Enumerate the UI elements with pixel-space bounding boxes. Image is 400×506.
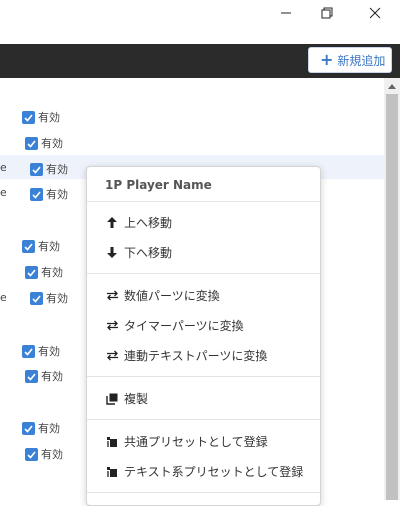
menu-item-label: 複製	[124, 392, 149, 406]
minimize-icon	[281, 12, 291, 14]
checkbox-label: 有効	[41, 370, 63, 383]
window-titlebar	[0, 0, 400, 44]
enabled-checkbox[interactable]: 有効	[22, 109, 60, 125]
menu-item-duplicate[interactable]: 複製	[105, 390, 148, 407]
arrow-down-icon	[105, 246, 119, 260]
checkbox-label: 有効	[46, 292, 68, 305]
close-button[interactable]	[352, 0, 398, 26]
menu-item-label: テキスト系プリセットとして登録	[124, 465, 304, 479]
swap-icon	[105, 289, 119, 303]
scroll-up-icon	[388, 84, 396, 89]
menu-item-label: 下へ移動	[124, 246, 173, 260]
enabled-checkbox[interactable]: 有効	[22, 420, 60, 436]
checkbox-label: 有効	[38, 111, 60, 124]
copy-icon	[105, 392, 119, 406]
menu-divider	[87, 492, 320, 493]
menu-divider	[87, 419, 320, 420]
menu-item-label: 数値パーツに変換	[124, 289, 220, 303]
scrollbar-thumb[interactable]	[386, 94, 398, 500]
add-new-button[interactable]: + 新規追加	[308, 47, 392, 73]
enabled-checkbox[interactable]: 有効	[25, 368, 63, 384]
restore-icon	[321, 7, 333, 19]
menu-divider	[87, 201, 320, 202]
checkbox-checked-icon	[30, 162, 43, 176]
checkbox-label: 有効	[41, 448, 63, 461]
checkbox-checked-icon	[22, 344, 35, 358]
checkbox-checked-icon	[25, 447, 38, 461]
checkbox-label: 有効	[46, 163, 68, 176]
checkbox-checked-icon	[30, 291, 43, 305]
preset-icon	[105, 435, 119, 449]
menu-item-label: 共通プリセットとして登録	[124, 435, 268, 449]
menu-item-label: タイマーパーツに変換	[124, 319, 244, 333]
preset-icon	[105, 465, 119, 479]
checkbox-label: 有効	[41, 137, 63, 150]
minimize-button[interactable]	[263, 0, 309, 26]
menu-item-convert-number[interactable]: 数値パーツに変換	[105, 287, 220, 304]
checkbox-label: 有効	[38, 422, 60, 435]
menu-item-label: 上へ移動	[124, 216, 173, 230]
arrow-up-icon	[105, 216, 119, 230]
add-new-label: 新規追加	[337, 53, 386, 68]
close-icon	[369, 7, 381, 19]
row-label-edge: e	[0, 161, 6, 174]
scroll-up-button[interactable]	[384, 78, 400, 94]
row-label-edge: e	[0, 291, 6, 304]
menu-item-move-down[interactable]: 下へ移動	[105, 244, 172, 261]
menu-item-register-common-preset[interactable]: 共通プリセットとして登録	[105, 433, 268, 450]
checkbox-checked-icon	[25, 136, 38, 150]
checkbox-checked-icon	[22, 239, 35, 253]
restore-button[interactable]	[304, 0, 350, 26]
checkbox-checked-icon	[30, 187, 43, 201]
checkbox-checked-icon	[22, 421, 35, 435]
enabled-checkbox[interactable]: 有効	[30, 186, 68, 202]
menu-divider	[87, 273, 320, 274]
checkbox-label: 有効	[46, 188, 68, 201]
enabled-checkbox[interactable]: 有効	[25, 446, 63, 462]
menu-item-register-text-preset[interactable]: テキスト系プリセットとして登録	[105, 463, 303, 480]
swap-icon	[105, 319, 119, 333]
checkbox-checked-icon	[25, 265, 38, 279]
enabled-checkbox[interactable]: 有効	[25, 264, 63, 280]
enabled-checkbox[interactable]: 有効	[25, 135, 63, 151]
menu-item-label: 連動テキストパーツに変換	[124, 349, 268, 363]
context-menu-title: 1P Player Name	[105, 178, 212, 192]
menu-item-convert-timer[interactable]: タイマーパーツに変換	[105, 317, 244, 334]
enabled-checkbox[interactable]: 有効	[22, 238, 60, 254]
enabled-checkbox[interactable]: 有効	[22, 343, 60, 359]
checkbox-label: 有効	[41, 266, 63, 279]
swap-icon	[105, 349, 119, 363]
menu-divider	[87, 376, 320, 377]
enabled-checkbox[interactable]: 有効	[30, 161, 68, 177]
enabled-checkbox[interactable]: 有効	[30, 290, 68, 306]
plus-icon: +	[320, 50, 334, 69]
menu-item-convert-linked-text[interactable]: 連動テキストパーツに変換	[105, 347, 267, 364]
context-menu: 1P Player Name 上へ移動 下へ移動 数値パーツに変換 タイマーパー…	[86, 166, 321, 506]
checkbox-label: 有効	[38, 345, 60, 358]
checkbox-checked-icon	[22, 110, 35, 124]
checkbox-checked-icon	[25, 369, 38, 383]
checkbox-label: 有効	[38, 240, 60, 253]
menu-item-move-up[interactable]: 上へ移動	[105, 214, 172, 231]
row-label-edge: e	[0, 186, 6, 199]
